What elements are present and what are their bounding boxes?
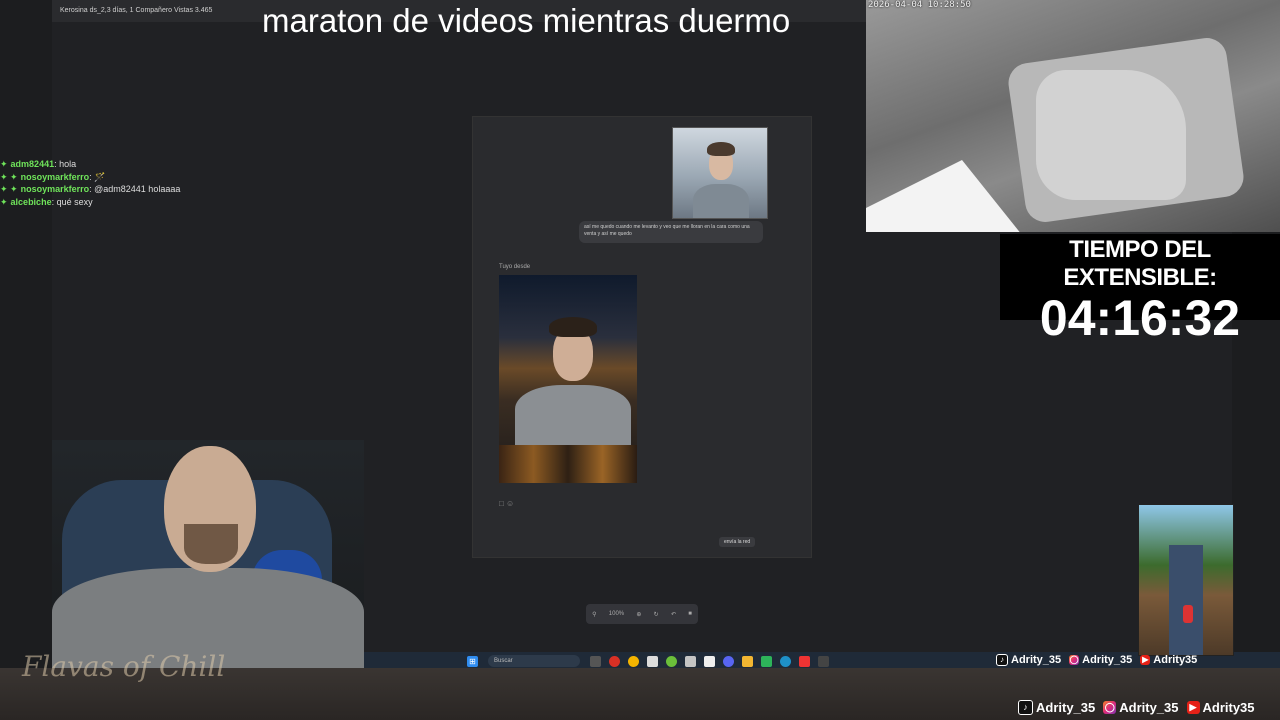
photo-shirt — [693, 184, 749, 218]
chrome-icon[interactable] — [628, 655, 639, 667]
sender-label: Tuyo desde — [499, 264, 531, 270]
chat-text: hola — [59, 159, 77, 169]
bedroom-camera-feed: 2026-04-04 10:28:50 — [866, 0, 1280, 232]
youtube-icon: ▶ — [1186, 701, 1200, 714]
light-patch — [866, 160, 1026, 232]
shared-photo-selfie[interactable] — [672, 127, 768, 219]
camera-timestamp: 2026-04-04 10:28:50 — [868, 0, 971, 10]
reaction-icons[interactable]: □ ☺ — [499, 499, 514, 508]
chat-username[interactable]: nosoymarkferro — [21, 184, 90, 194]
instagram-icon: ◯ — [1069, 655, 1080, 665]
extensible-timer: TIEMPO DEL EXTENSIBLE: 04:16:32 — [1000, 234, 1280, 344]
chat-message: ✦ ✦ nosoymarkferro: 🪄 — [0, 171, 106, 182]
discord-icon[interactable] — [723, 655, 734, 667]
task-view-icon[interactable] — [590, 655, 601, 667]
chat-text: qué sexy — [56, 196, 93, 207]
subway-game-feed — [1138, 504, 1234, 656]
social-instagram: ◯ Adrity_35 — [1069, 654, 1133, 666]
game-track — [1169, 545, 1203, 655]
photo-hair — [549, 317, 597, 337]
zoom-in-icon[interactable]: ⊕ — [636, 611, 641, 618]
shared-photo-night-city[interactable] — [499, 275, 637, 483]
undo-icon[interactable]: ↶ — [671, 611, 676, 618]
app-doc-icon[interactable] — [704, 655, 715, 667]
brand-logo-script: Flavas of Chill — [22, 650, 226, 683]
app-sheet-icon[interactable] — [761, 655, 772, 667]
blanket — [1036, 70, 1186, 200]
chat-text: @adm82441 holaaaa — [94, 184, 181, 194]
instagram-chat-window: así me quedo cuando me levanto y veo que… — [472, 116, 812, 558]
file-icon[interactable] — [647, 655, 658, 667]
app-red-icon[interactable] — [799, 655, 810, 667]
timer-label: TIEMPO DEL EXTENSIBLE: — [1063, 236, 1217, 291]
chat-badge-icon: ✦ ✦ — [0, 171, 18, 182]
start-icon[interactable]: ⊞ — [467, 655, 478, 667]
socials-bar-top: ♪ Adrity_35 ◯ Adrity_35 ▶ Adrity35 — [988, 654, 1197, 666]
chat-username[interactable]: alcebiche — [11, 197, 52, 207]
viewer-toolbar: ⚲ 100% ⊕ ↻ ↶ ■ — [586, 604, 698, 624]
taskbar-search[interactable]: Buscar — [488, 655, 580, 667]
chat-username[interactable]: adm82441 — [11, 159, 55, 169]
reply-chip[interactable]: envía la red — [719, 537, 756, 547]
chat-message: ✦ adm82441: hola — [0, 159, 77, 169]
city-lights — [499, 445, 637, 483]
opera-icon[interactable] — [609, 655, 620, 667]
chat-badge-icon: ✦ — [0, 159, 8, 169]
photo-shirt — [515, 385, 631, 445]
socials-bar-bottom: ♪ Adrity_35 ◯ Adrity_35 ▶ Adrity35 — [1010, 700, 1255, 715]
stream-chat: ✦ adm82441: hola ✦ ✦ nosoymarkferro: 🪄 ✦ ✦… — [0, 158, 230, 208]
chat-emote: 🪄 — [94, 171, 106, 182]
app-grid-icon[interactable] — [818, 655, 829, 667]
stream-title: maraton de videos mientras duermo — [262, 2, 791, 39]
social-tiktok: ♪ Adrity_35 — [996, 654, 1061, 666]
streamer-beard — [184, 524, 238, 564]
social-youtube: ▶ Adrity35 — [1140, 654, 1198, 666]
chat-badge-icon: ✦ — [0, 196, 8, 207]
chat-message: ✦ alcebiche: qué sexy — [0, 196, 93, 207]
tiktok-icon: ♪ — [996, 654, 1008, 666]
chat-badge-icon: ✦ ✦ — [0, 184, 18, 194]
instagram-icon: ◯ — [1103, 701, 1117, 714]
app-tool-icon[interactable] — [685, 655, 696, 667]
chat-message-bubble: así me quedo cuando me levanto y veo que… — [579, 221, 763, 243]
zoom-level: 100% — [608, 611, 625, 617]
search-icon[interactable]: ⚲ — [592, 611, 596, 618]
timer-value: 04:16:32 — [1039, 290, 1241, 346]
game-runner — [1183, 605, 1193, 623]
chat-username[interactable]: nosoymarkferro — [21, 172, 90, 182]
photo-hair — [707, 142, 735, 156]
rotate-icon[interactable]: ↻ — [654, 611, 659, 618]
tiktok-icon: ♪ — [1018, 700, 1033, 715]
folder-icon[interactable] — [742, 655, 753, 667]
social-youtube: ▶ Adrity35 — [1186, 700, 1255, 715]
chat-message: ✦ ✦ nosoymarkferro: @adm82441 holaaaa — [0, 184, 181, 194]
edge-icon[interactable] — [780, 655, 791, 667]
delete-icon[interactable]: ■ — [688, 611, 692, 617]
social-instagram: ◯ Adrity_35 — [1103, 700, 1179, 715]
youtube-icon: ▶ — [1140, 655, 1151, 665]
social-tiktok: ♪ Adrity_35 — [1018, 700, 1095, 715]
streamer-webcam — [52, 440, 364, 668]
app-green-icon[interactable] — [666, 655, 677, 667]
